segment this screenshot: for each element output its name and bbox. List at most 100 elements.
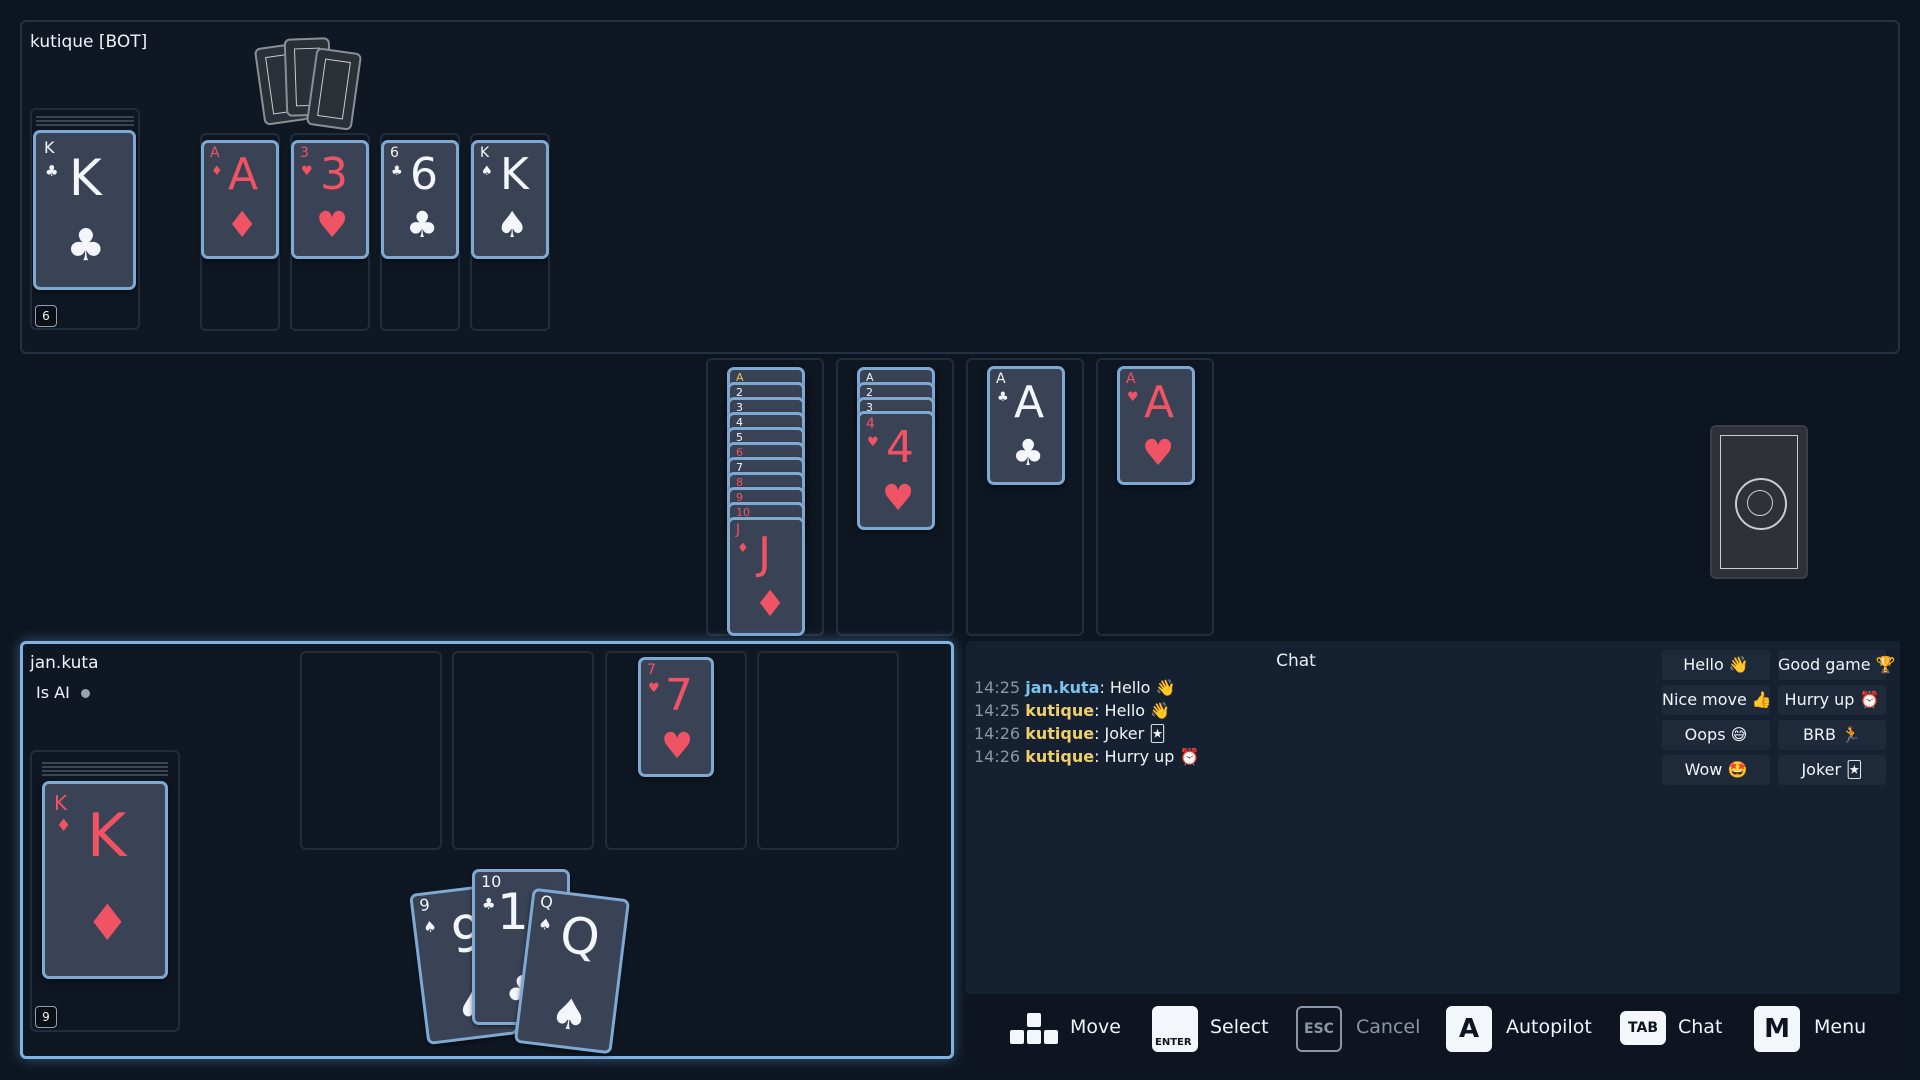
reserve-stack-edge — [36, 116, 134, 118]
quick-chat-hello-button[interactable]: Hello 👋 — [1662, 650, 1770, 680]
player-reserve-count: 9 — [35, 1006, 57, 1028]
card-suit-small: ♥ — [867, 435, 879, 450]
chat-user: kutique — [1025, 747, 1095, 766]
reserve-stack-edge — [42, 762, 168, 764]
card-rank: K — [44, 138, 55, 157]
card-rank-large: 3 — [320, 149, 348, 200]
quick-chat-nice-move-button[interactable]: Nice move 👍 — [1662, 685, 1772, 715]
chat-text: : Hello 👋 — [1094, 701, 1171, 720]
opponent-discard-card-4: K ♠ K ♠ — [471, 140, 549, 259]
card-rank-large: K — [87, 801, 127, 871]
card-suit-large: ♦ — [226, 205, 259, 246]
m-key-text: M — [1764, 1014, 1790, 1044]
card-suit-small: ♥ — [301, 164, 313, 179]
chat-label: Chat — [1678, 1016, 1723, 1038]
card-rank-large: 6 — [410, 149, 438, 200]
chat-time: 14:26 — [974, 724, 1021, 743]
tab-key-text: TAB — [1628, 1020, 1658, 1036]
chat-message: 14:25 jan.kuta: Hello 👋 — [974, 678, 1175, 697]
opponent-discard-card-1: A ♦ A ♦ — [201, 140, 279, 259]
card-rank: A — [210, 145, 220, 161]
card-rank: K — [54, 791, 68, 815]
chat-message: 14:26 kutique: Hurry up ⏰ — [974, 747, 1199, 766]
is-ai-label: Is AI — [36, 683, 70, 702]
card-rank: 4 — [866, 416, 875, 432]
quick-chat-brb-button[interactable]: BRB 🏃 — [1778, 720, 1886, 750]
card-rank-large: K — [69, 149, 102, 207]
reserve-stack-edge — [36, 124, 134, 126]
card-rank: Q — [539, 891, 554, 913]
card-rank-large: A — [1014, 377, 1045, 428]
chat-user: kutique — [1025, 724, 1095, 743]
build-pile-2-top-card[interactable]: 4 ♥ 4 ♥ — [857, 411, 935, 530]
player-discard-slot-2[interactable] — [452, 651, 594, 850]
card-suit-large: ♠ — [496, 205, 529, 246]
chat-time: 14:26 — [974, 747, 1021, 766]
reserve-stack-edge — [42, 770, 168, 772]
player-discard-slot-4[interactable] — [757, 651, 899, 850]
card-suit-large: ♥ — [316, 205, 349, 246]
card-rank: 9 — [418, 894, 431, 915]
controls-bar: Move ENTER Select ESC Cancel A Autopilot… — [966, 996, 1900, 1060]
move-label: Move — [1070, 1016, 1121, 1038]
card-rank: 6 — [390, 145, 399, 161]
select-label: Select — [1210, 1016, 1269, 1038]
autopilot-label: Autopilot — [1506, 1016, 1592, 1038]
player-discard-card-3[interactable]: 7 ♥ 7 ♥ — [638, 657, 714, 777]
card-suit-small: ♦ — [56, 816, 72, 836]
card-rank-large: 7 — [665, 670, 693, 721]
menu-label: Menu — [1814, 1016, 1867, 1038]
card-suit-large: ♣ — [66, 220, 106, 271]
is-ai-toggle[interactable]: Is AI — [36, 683, 90, 702]
opponent-discard-card-2: 3 ♥ 3 ♥ — [291, 140, 369, 259]
quick-chat-hurry-up-button[interactable]: Hurry up ⏰ — [1778, 685, 1886, 715]
player-reserve-card[interactable]: K ♦ K ♦ — [42, 781, 168, 979]
opponent-reserve-card: K ♣ K ♣ — [33, 130, 136, 290]
card-suit-small: ♣ — [997, 390, 1009, 405]
card-suit-small: ♣ — [45, 162, 59, 180]
chat-message: 14:26 kutique: Joker 🃏 — [974, 724, 1166, 743]
chat-text: : Joker 🃏 — [1094, 724, 1166, 743]
enter-key-text: ENTER — [1155, 1037, 1192, 1048]
build-pile-3-top-card[interactable]: A ♣ A ♣ — [987, 366, 1065, 485]
esc-key-icon: ESC — [1296, 1006, 1342, 1052]
card-suit-small: ♥ — [648, 681, 660, 696]
a-key-text: A — [1458, 1014, 1480, 1044]
quick-chat-wow-button[interactable]: Wow 🤩 — [1662, 755, 1770, 785]
player-discard-slot-1[interactable] — [300, 651, 442, 850]
card-rank: K — [480, 145, 490, 161]
card-rank: A — [996, 371, 1006, 387]
chat-panel[interactable]: Chat 14:25 jan.kuta: Hello 👋 14:25 kutiq… — [966, 641, 1900, 994]
card-rank-large: A — [228, 149, 259, 200]
quick-chat-oops-button[interactable]: Oops 😅 — [1662, 720, 1770, 750]
build-pile-4-top-card[interactable]: A ♥ A ♥ — [1117, 366, 1195, 485]
reserve-stack-edge — [42, 766, 168, 768]
card-suit-large: ♦ — [85, 894, 130, 952]
chat-text: : Hurry up ⏰ — [1094, 747, 1200, 766]
quick-chat-joker-button[interactable]: Joker 🃏 — [1778, 755, 1886, 785]
cancel-label: Cancel — [1356, 1016, 1421, 1038]
opponent-discard-card-3: 6 ♣ 6 ♣ — [381, 140, 459, 259]
card-suit-small: ♣ — [391, 164, 403, 179]
opponent-name: kutique [BOT] — [30, 32, 148, 52]
card-suit-small: ♥ — [1127, 390, 1139, 405]
quick-chat-good-game-button[interactable]: Good game 🏆 — [1778, 650, 1896, 680]
chat-user: kutique — [1025, 701, 1095, 720]
player-name: jan.kuta — [30, 653, 99, 673]
card-suit-small: ♠ — [481, 164, 493, 179]
chat-message: 14:25 kutique: Hello 👋 — [974, 701, 1170, 720]
arrow-keys-icon — [1010, 1013, 1058, 1045]
card-rank-large: 4 — [886, 422, 914, 473]
card-rank: 3 — [300, 145, 309, 161]
draw-pile[interactable] — [1710, 425, 1808, 579]
chat-time: 14:25 — [974, 678, 1021, 697]
card-suit-small: ♣ — [482, 895, 496, 913]
chat-title: Chat — [1276, 651, 1316, 671]
card-rank: 7 — [647, 662, 656, 678]
build-pile-1-top-card[interactable]: J ♦ J ♦ — [727, 517, 805, 636]
hand-card-3[interactable]: Q ♠ Q ♠ — [513, 887, 631, 1055]
reserve-stack-edge — [42, 774, 168, 776]
card-rank: J — [736, 522, 741, 538]
card-rank-large: Q — [556, 905, 603, 968]
card-suit-large: ♥ — [1142, 433, 1175, 474]
